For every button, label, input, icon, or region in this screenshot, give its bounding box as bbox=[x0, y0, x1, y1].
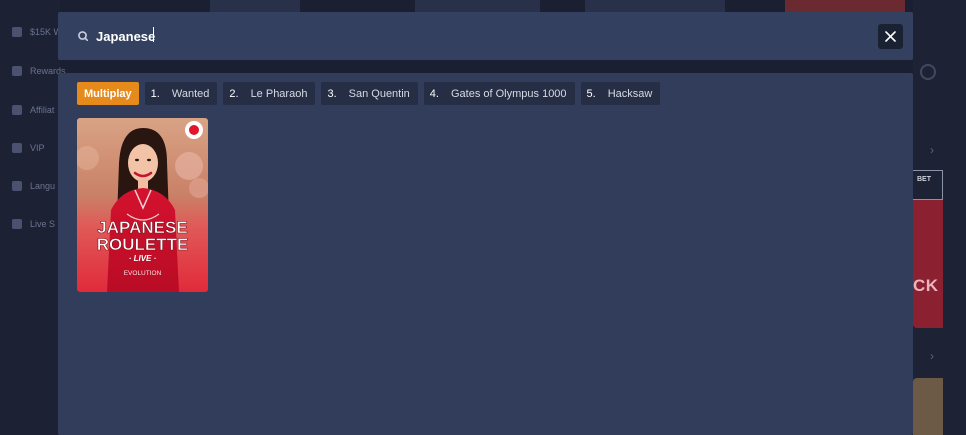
background-sidebar: $15K W Rewards Affiliat VIP Langu Live S bbox=[0, 0, 66, 435]
close-button[interactable] bbox=[878, 24, 903, 49]
people-icon bbox=[12, 105, 22, 115]
chip-recent-search[interactable]: 2. Le Pharaoh bbox=[223, 82, 316, 105]
search-bar bbox=[58, 12, 913, 60]
search-input[interactable] bbox=[96, 26, 856, 46]
crown-icon bbox=[12, 143, 22, 153]
bg-nav-item-live-support: Live S bbox=[12, 216, 55, 232]
bg-nav-item-vip: VIP bbox=[12, 140, 45, 156]
chip-recent-search[interactable]: 4. Gates of Olympus 1000 bbox=[423, 82, 575, 105]
chip-recent-search[interactable]: 1. Wanted bbox=[144, 82, 218, 105]
live-indicator-icon bbox=[185, 121, 203, 139]
text-caret bbox=[153, 27, 154, 42]
bg-top-banner bbox=[585, 0, 725, 12]
bg-nav-item-promo: $15K W bbox=[12, 24, 62, 40]
bg-top-banner bbox=[415, 0, 540, 12]
wallet-icon bbox=[12, 27, 22, 37]
game-thumbnail: JAPANESE ROULETTE · LIVE · EVOLUTION bbox=[77, 118, 208, 292]
game-provider: EVOLUTION bbox=[124, 270, 162, 277]
bg-top-banner bbox=[785, 0, 905, 12]
bg-nav-item-language: Langu bbox=[12, 178, 55, 194]
game-card[interactable]: JAPANESE ROULETTE · LIVE · EVOLUTION bbox=[77, 118, 208, 292]
bg-top-banner bbox=[210, 0, 300, 12]
gift-icon bbox=[12, 66, 22, 76]
search-icon bbox=[78, 31, 88, 41]
close-icon bbox=[885, 31, 896, 42]
recent-searches: Multiplay 1. Wanted 2. Le Pharaoh 3. San Qu… bbox=[77, 82, 661, 105]
chevron-right-icon: › bbox=[930, 143, 934, 157]
bg-game-card bbox=[913, 378, 943, 435]
chevron-right-icon: › bbox=[930, 349, 934, 363]
game-title-line2: ROULETTE bbox=[97, 235, 189, 254]
chip-recent-search[interactable]: 5. Hacksaw bbox=[580, 82, 661, 105]
bg-nav-item-affiliate: Affiliat bbox=[12, 102, 54, 118]
chip-multiplay[interactable]: Multiplay bbox=[77, 82, 139, 105]
bg-bet-button: BET bbox=[913, 170, 943, 200]
globe-icon bbox=[12, 181, 22, 191]
bg-settings-icon bbox=[920, 64, 936, 80]
chip-recent-search[interactable]: 3. San Quentin bbox=[321, 82, 418, 105]
game-subtitle: · LIVE · bbox=[129, 254, 157, 263]
headset-icon bbox=[12, 219, 22, 229]
bg-game-card: CK bbox=[913, 178, 943, 328]
